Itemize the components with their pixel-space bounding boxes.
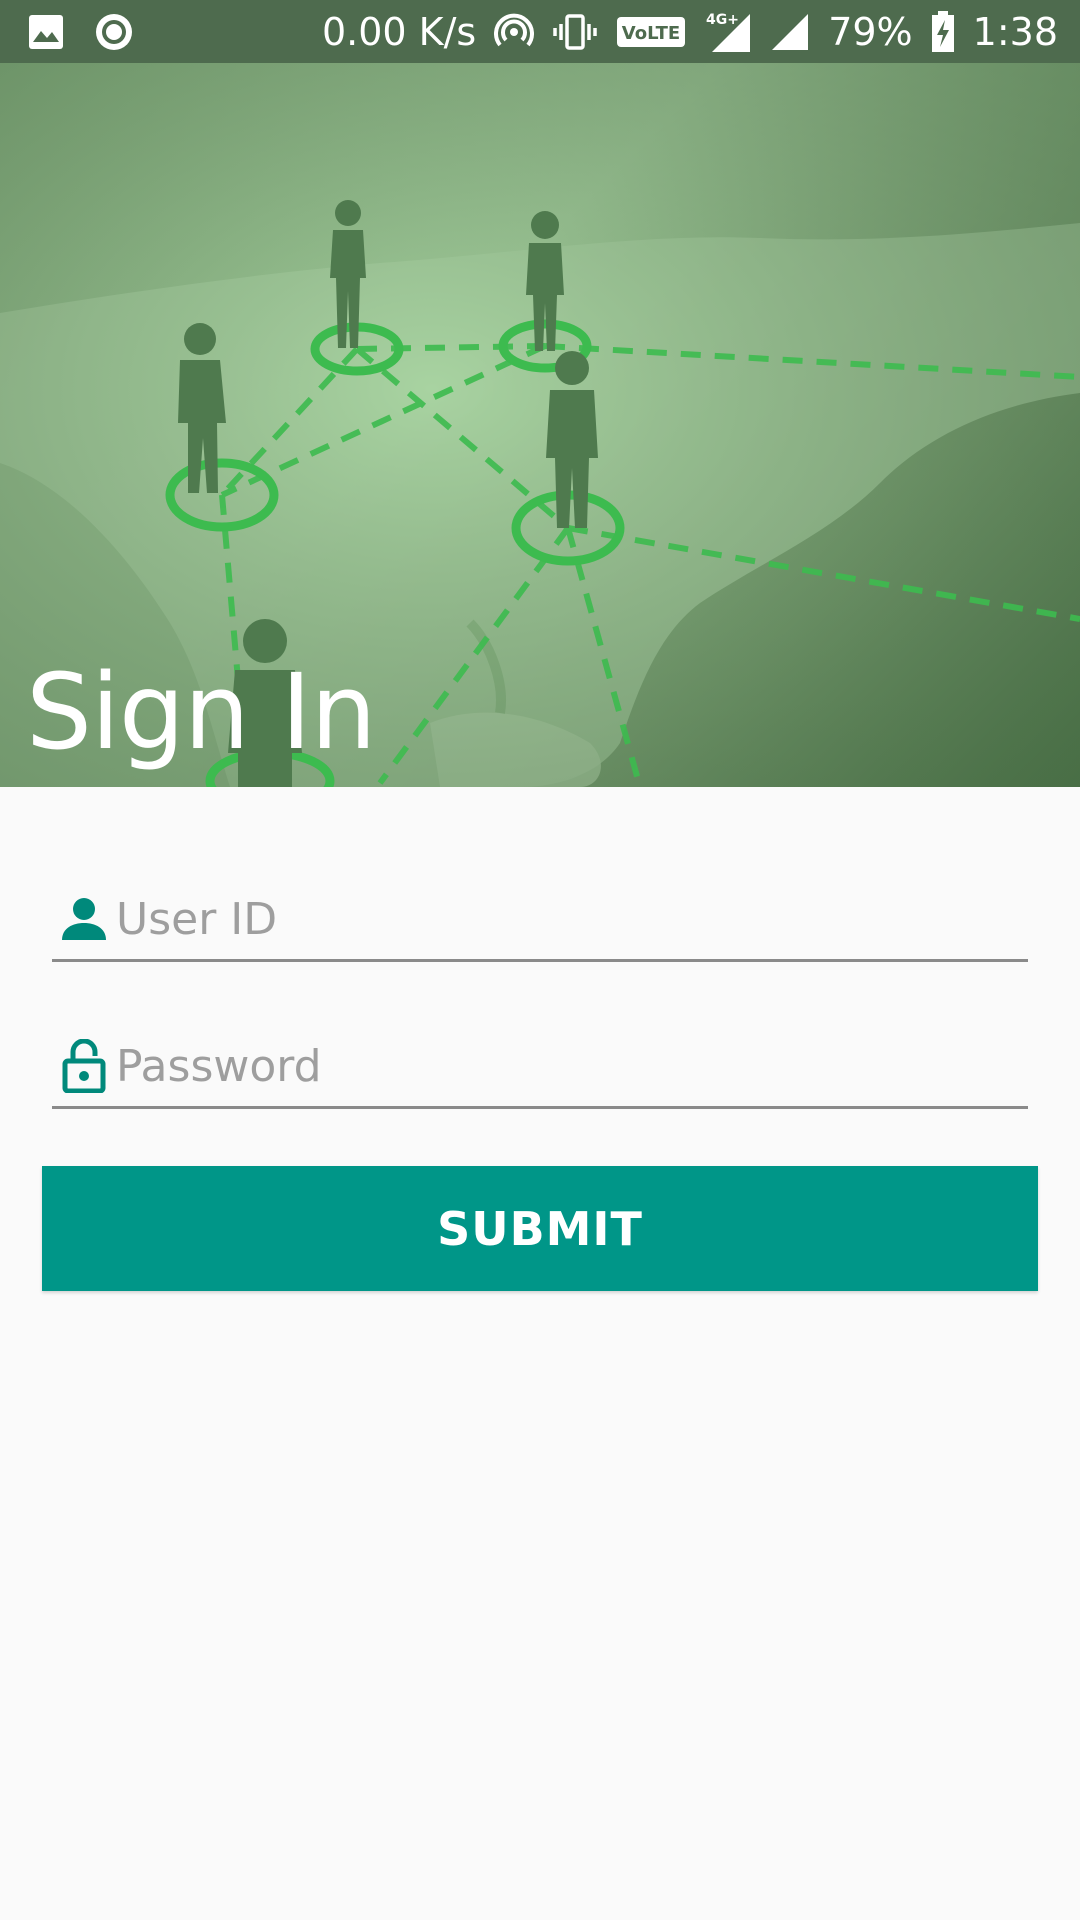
battery-percent: 79% xyxy=(828,9,913,54)
signal-4g-icon: 4G+ xyxy=(704,10,752,54)
user-id-field xyxy=(52,882,1028,962)
person-icon xyxy=(60,892,108,946)
user-id-input[interactable] xyxy=(116,882,1016,956)
lock-open-icon xyxy=(60,1039,108,1093)
battery-charging-icon xyxy=(931,10,955,53)
password-input[interactable] xyxy=(116,1029,1016,1103)
signal-icon xyxy=(770,12,810,52)
clock: 1:38 xyxy=(972,9,1058,54)
hotspot-icon xyxy=(494,12,535,52)
volte-label: VoLTE xyxy=(622,23,680,44)
volte-icon: VoLTE xyxy=(616,15,686,49)
page-title: Sign In xyxy=(26,651,376,773)
status-bar-notifications xyxy=(28,12,134,52)
vibrate-icon xyxy=(552,12,598,52)
network-speed: 0.00 K/s xyxy=(321,9,477,54)
password-field xyxy=(52,1029,1028,1109)
image-notification-icon xyxy=(28,14,64,50)
status-bar: 0.00 K/s VoLTE 4G+ 79% 1:38 xyxy=(0,0,1080,63)
record-notification-icon xyxy=(94,12,134,52)
status-bar-system: 0.00 K/s VoLTE 4G+ 79% 1:38 xyxy=(322,0,1058,63)
network-type-label: 4G+ xyxy=(706,12,739,28)
submit-button[interactable]: SUBMIT xyxy=(42,1166,1038,1291)
hero-banner: Sign In xyxy=(0,63,1080,787)
